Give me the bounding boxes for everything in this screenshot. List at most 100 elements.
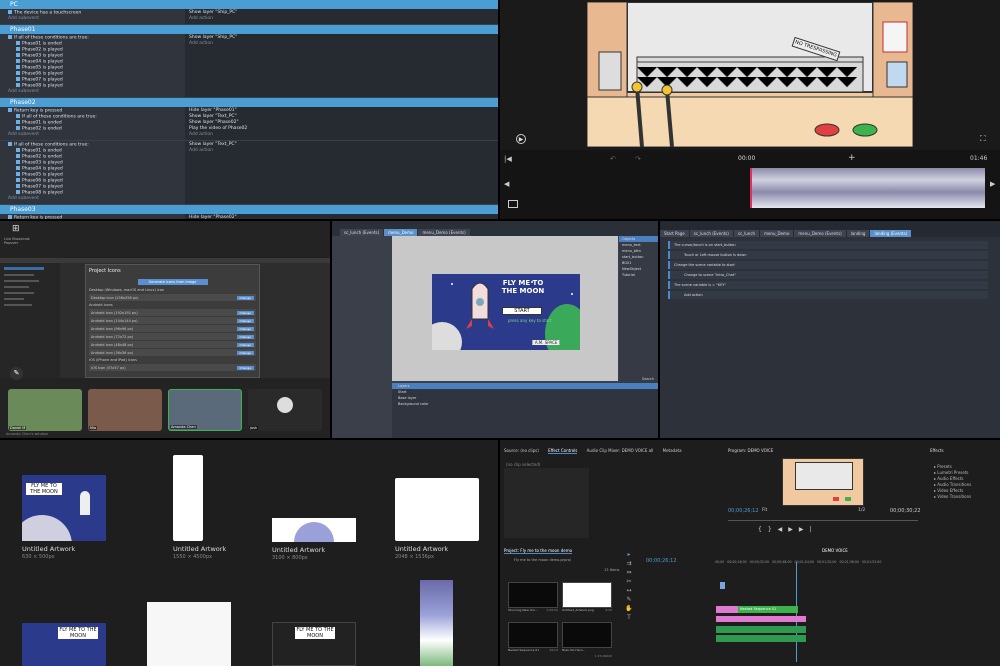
next-icon[interactable]: ▶ bbox=[990, 180, 995, 188]
events-tab[interactable]: sc_lunch bbox=[733, 230, 760, 237]
artwork-card[interactable]: Untitled Artwork 3100 × 800px bbox=[272, 518, 356, 561]
events-tab[interactable]: menu_Demo (Events) bbox=[794, 230, 846, 237]
nested-sequence-clip[interactable]: Nested Sequence 01 bbox=[738, 606, 798, 613]
play-icon[interactable]: ▶ bbox=[788, 526, 799, 533]
add-action-link[interactable]: Add action bbox=[189, 16, 498, 22]
select-tool-icon[interactable]: ▸ bbox=[624, 550, 634, 559]
participant-tile[interactable]: Daniel M bbox=[8, 389, 82, 431]
tab-metadata[interactable]: Metadata bbox=[663, 448, 682, 453]
track-select-icon[interactable]: ⇉ bbox=[624, 559, 634, 568]
change-button[interactable]: Change bbox=[236, 326, 254, 331]
participant-tile[interactable]: josh bbox=[248, 389, 322, 431]
event-actions[interactable]: Hide layer "Phase01" Show layer "Text_PC"… bbox=[185, 107, 498, 140]
artwork-thumb[interactable]: FLY ME TO THE MOON bbox=[22, 623, 106, 666]
program-tab[interactable]: Program: DEMO VOICE bbox=[728, 448, 773, 453]
event-line[interactable]: The cursor/touch is on start_button bbox=[668, 241, 988, 249]
add-icon[interactable]: + bbox=[848, 153, 856, 163]
prev-icon[interactable]: ◀ bbox=[504, 180, 509, 188]
program-scrubber[interactable] bbox=[728, 520, 918, 521]
project-bin-item[interactable]: Untitled_Artwork.png 4;29 bbox=[562, 582, 612, 618]
event-line[interactable]: Add action bbox=[668, 291, 988, 299]
ratio-select[interactable]: 1/2 bbox=[858, 508, 865, 513]
image-icon[interactable] bbox=[508, 200, 518, 208]
mark-out-icon[interactable]: } bbox=[768, 526, 778, 533]
event-conditions[interactable]: If all of these conditions are true: Phas… bbox=[0, 141, 185, 204]
project-bin-item[interactable]: Stunning New Uni... 1;00;00 bbox=[508, 582, 558, 618]
property-row[interactable]: Background color bbox=[392, 401, 658, 407]
event-conditions[interactable]: The device has a touchscreen Add subevent bbox=[0, 9, 185, 24]
fullscreen-icon[interactable]: ⛶ bbox=[980, 134, 986, 144]
change-button[interactable]: Change bbox=[236, 334, 254, 339]
redo-icon[interactable]: ↷ bbox=[635, 155, 641, 163]
step-back-icon[interactable]: ◀ bbox=[778, 526, 789, 533]
add-action-link[interactable]: Add action bbox=[189, 41, 498, 47]
event-row[interactable]: Return key is pressedIf all of these con… bbox=[0, 214, 498, 219]
event-row[interactable]: If all of these conditions are true: Phas… bbox=[0, 141, 498, 205]
add-subevent-link[interactable]: Add subevent bbox=[8, 16, 185, 22]
change-button[interactable]: Change bbox=[236, 365, 254, 370]
type-tool-icon[interactable]: T bbox=[624, 613, 634, 622]
start-button[interactable]: START bbox=[502, 307, 542, 315]
event-actions[interactable]: Show layer "Ship_PC" Add action bbox=[185, 9, 498, 24]
project-bin-item[interactable]: Boku No Hero... 1;15;09646 bbox=[562, 622, 612, 658]
events-tab[interactable]: landing (Events) bbox=[870, 230, 912, 237]
add-action-link[interactable]: Add action bbox=[189, 148, 498, 154]
project-bin-item[interactable]: Nested Sequence 01 29;23 bbox=[508, 622, 558, 658]
scene-tab[interactable]: sc_lunch (Events) bbox=[340, 229, 384, 236]
event-group-header[interactable]: PC bbox=[0, 0, 498, 9]
event-group-header[interactable]: Phase03 bbox=[0, 205, 498, 214]
artwork-card[interactable]: Untitled Artwork 2048 × 1536px bbox=[395, 478, 479, 560]
event-actions[interactable]: Show layer "Ship_PC" Add action bbox=[185, 34, 498, 97]
event-line[interactable]: Change the scene variable to start bbox=[668, 261, 988, 269]
tab-effect-controls[interactable]: Effect Controls bbox=[548, 448, 578, 454]
event-row[interactable]: The device has a touchscreen Add subevent… bbox=[0, 9, 498, 25]
artwork-thumb[interactable] bbox=[420, 580, 453, 666]
change-button[interactable]: Change bbox=[236, 350, 254, 355]
pen-icon[interactable]: ✎ bbox=[10, 367, 23, 380]
event-group-header[interactable]: Phase01 bbox=[0, 25, 498, 34]
effects-tab[interactable]: Effects bbox=[930, 448, 944, 453]
event-conditions[interactable]: Return key is pressedIf all of these con… bbox=[0, 107, 185, 140]
timeline-strip[interactable] bbox=[750, 168, 985, 208]
event-conditions[interactable]: If all of these conditions are true: Phas… bbox=[0, 34, 185, 97]
change-button[interactable]: Change bbox=[236, 342, 254, 347]
artwork-card[interactable]: FLY ME TO THE MOON Untitled Artwork 630 … bbox=[22, 475, 106, 560]
tab-project[interactable]: Project: Fly me to the moon demo bbox=[504, 548, 573, 554]
step-forward-icon[interactable]: ▶| bbox=[799, 526, 818, 533]
event-row[interactable]: If all of these conditions are true: Phas… bbox=[0, 34, 498, 98]
app-grid-icon[interactable]: ⊞ bbox=[12, 224, 20, 234]
generate-button[interactable]: Generate icons from image bbox=[137, 279, 208, 285]
change-button[interactable]: Change bbox=[236, 295, 254, 300]
event-line[interactable]: Touch or Left mouse button is down bbox=[668, 251, 988, 259]
add-subevent-link[interactable]: Add subevent bbox=[8, 89, 185, 95]
timeline-tab[interactable]: DEMO VOICE bbox=[822, 548, 848, 553]
effects-folder[interactable]: ▸ Video Transitions bbox=[934, 494, 971, 500]
event-line[interactable]: The scene variable is = "KEY" bbox=[668, 281, 988, 289]
events-tab[interactable]: landing bbox=[846, 230, 870, 237]
events-tab[interactable]: sc_lunch (Events) bbox=[689, 230, 733, 237]
add-action-link[interactable]: Add action bbox=[189, 132, 498, 138]
participant-tile[interactable]: Mia bbox=[88, 389, 162, 431]
artwork-thumb[interactable]: FLY ME TO THE MOON bbox=[272, 622, 356, 666]
scene-tab[interactable]: menu_Demo (Events) bbox=[418, 229, 470, 236]
participant-tile[interactable]: Amanda Chen bbox=[168, 389, 242, 431]
event-actions[interactable]: Hide layer "Phase02"Show layer "Text_PC"… bbox=[185, 214, 498, 219]
tab-audio-mixer[interactable]: Audio Clip Mixer: DEMO VOICE all bbox=[587, 448, 654, 453]
event-line[interactable]: Change to scene "Intro_Chat" bbox=[668, 271, 988, 279]
skip-back-icon[interactable]: |◀ bbox=[504, 155, 512, 163]
artwork-thumb[interactable] bbox=[147, 602, 231, 666]
pen-tool-icon[interactable]: ✎ bbox=[624, 595, 634, 604]
events-tab[interactable]: Start Page bbox=[660, 230, 689, 237]
event-group-header[interactable]: Phase02 bbox=[0, 98, 498, 107]
razor-tool-icon[interactable]: ✂ bbox=[624, 577, 634, 586]
play-button[interactable]: ▶ bbox=[516, 134, 526, 144]
artwork-card[interactable]: Untitled Artwork 1550 × 4500px bbox=[173, 455, 226, 560]
object-list-item[interactable]: Tutorial bbox=[619, 272, 658, 278]
slip-tool-icon[interactable]: ↔ bbox=[624, 586, 634, 595]
tab-source[interactable]: Source: (no clips) bbox=[504, 448, 539, 453]
change-button[interactable]: Change bbox=[236, 318, 254, 323]
undo-icon[interactable]: ↶ bbox=[610, 155, 616, 163]
scene-tab[interactable]: menu_Demo bbox=[384, 229, 418, 236]
mark-in-icon[interactable]: { bbox=[758, 526, 768, 533]
event-conditions[interactable]: Return key is pressedIf all of these con… bbox=[0, 214, 185, 219]
